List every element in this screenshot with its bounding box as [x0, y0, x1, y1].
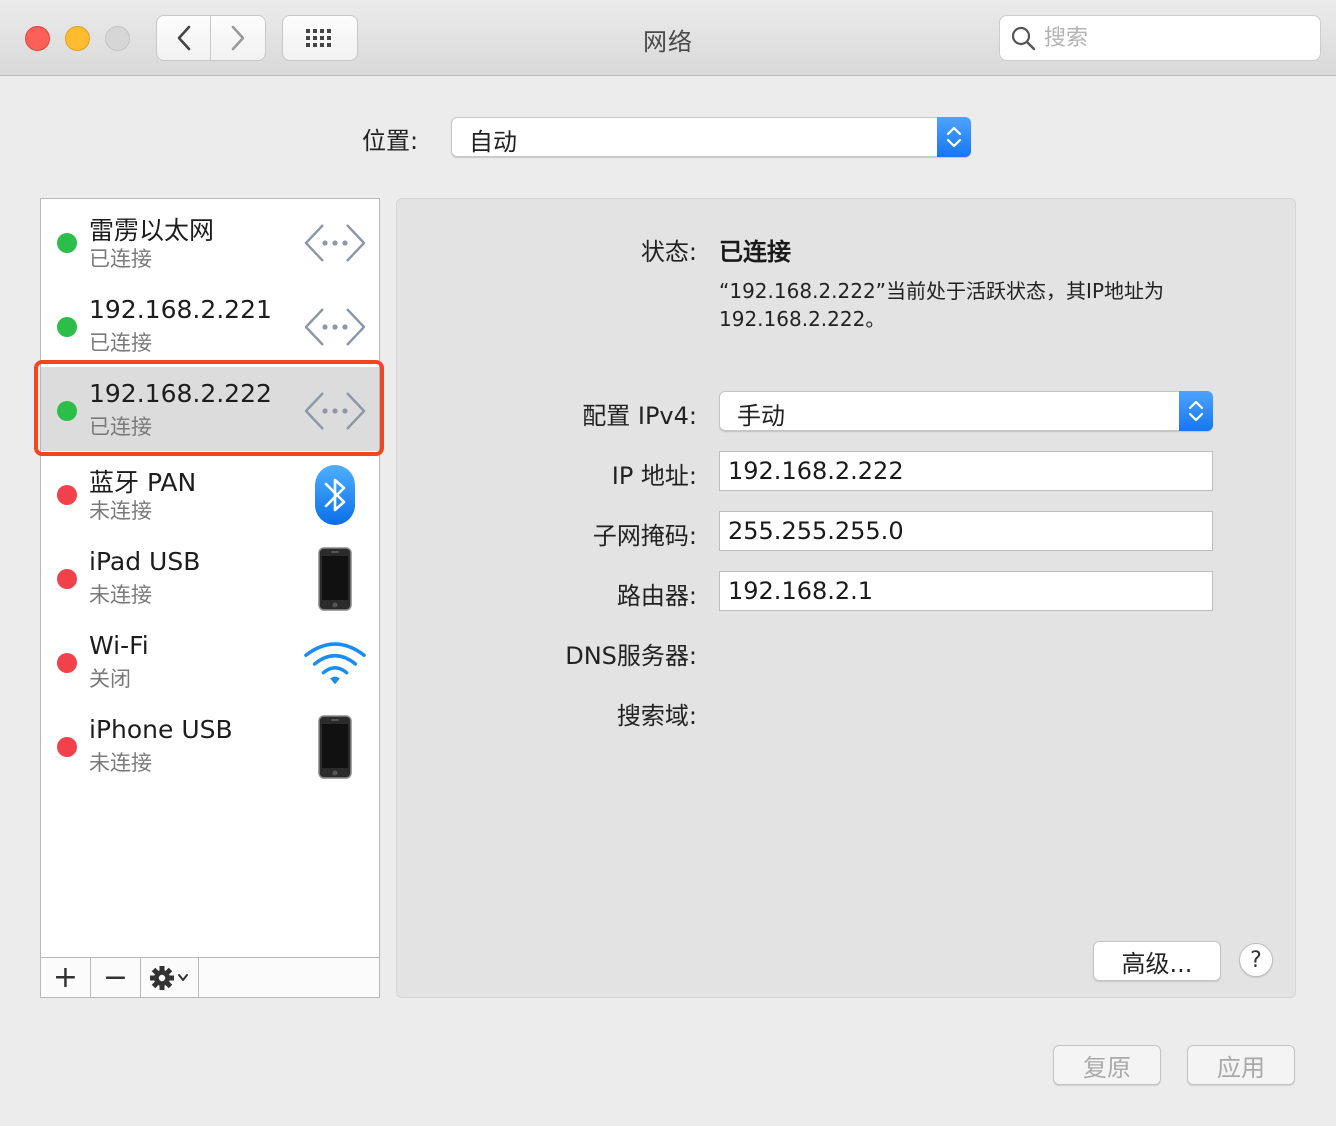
service-name: Wi-Fi: [89, 631, 149, 660]
service-status: 已连接: [89, 247, 152, 271]
add-service-button[interactable]: +: [41, 958, 91, 997]
location-value: 自动: [469, 128, 517, 156]
ethernet-arrows-icon: [303, 379, 367, 443]
search-icon: [1011, 26, 1036, 51]
service-status: 未连接: [89, 499, 152, 523]
wifi-icon: [303, 631, 367, 695]
service-list: 雷雳以太网 已连接 192.168.2.221 已连接 192.168.2.22…: [40, 198, 380, 998]
revert-button[interactable]: 复原: [1053, 1045, 1161, 1085]
location-label: 位置:: [362, 127, 419, 155]
service-item-ipad-usb[interactable]: iPad USB 未连接: [41, 535, 379, 619]
search-field[interactable]: [999, 15, 1321, 61]
ip-address-field[interactable]: [719, 451, 1213, 491]
configure-ipv4-popup[interactable]: 手动: [719, 391, 1213, 431]
title-bar: 网络: [0, 0, 1336, 76]
status-label: 状态:: [640, 238, 697, 266]
service-status: 关闭: [89, 667, 131, 691]
help-button[interactable]: ?: [1239, 943, 1273, 977]
apply-button[interactable]: 应用: [1187, 1045, 1295, 1085]
service-name: 192.168.2.222: [89, 379, 272, 408]
status-dot-disconnected: [57, 485, 77, 505]
service-name: 192.168.2.221: [89, 295, 272, 324]
action-menu-button[interactable]: [141, 958, 199, 997]
status-value: 已连接: [719, 238, 791, 266]
subnet-mask-field[interactable]: [719, 511, 1213, 551]
search-input[interactable]: [1044, 25, 1304, 51]
service-name: 雷雳以太网: [89, 216, 215, 245]
status-dot-connected: [57, 317, 77, 337]
iphone-device-icon: [303, 715, 367, 779]
service-name: iPhone USB: [89, 715, 233, 744]
popup-stepper-icon: [937, 117, 971, 157]
popup-stepper-icon: [1179, 391, 1213, 431]
location-popup[interactable]: 自动: [451, 117, 971, 157]
subnet-mask-label: 子网掩码:: [592, 522, 697, 550]
service-item-192-168-2-222[interactable]: 192.168.2.222 已连接: [41, 367, 379, 451]
service-name: 蓝牙 PAN: [89, 468, 197, 497]
configure-ipv4-label: 配置 IPv4:: [582, 402, 697, 430]
status-dot-connected: [57, 233, 77, 253]
ethernet-arrows-icon: [303, 295, 367, 359]
advanced-button[interactable]: 高级...: [1093, 941, 1221, 981]
service-status: 已连接: [89, 331, 152, 355]
iphone-device-icon: [303, 547, 367, 611]
configure-ipv4-value: 手动: [737, 402, 785, 430]
service-status: 已连接: [89, 415, 152, 439]
service-list-toolbar: + −: [41, 957, 379, 997]
status-dot-disconnected: [57, 737, 77, 757]
status-description: “192.168.2.222”当前处于活跃状态，其IP地址为192.168.2.…: [719, 279, 1164, 331]
service-name: iPad USB: [89, 547, 201, 576]
gear-icon: [149, 965, 188, 990]
status-dot-disconnected: [57, 653, 77, 673]
service-item-bluetooth-pan[interactable]: 蓝牙 PAN 未连接: [41, 451, 379, 535]
status-dot-connected: [57, 401, 77, 421]
router-label: 路由器:: [616, 582, 697, 610]
detail-panel: 状态: 已连接 “192.168.2.222”当前处于活跃状态，其IP地址为19…: [396, 198, 1296, 998]
status-dot-disconnected: [57, 569, 77, 589]
remove-service-button[interactable]: −: [91, 958, 141, 997]
ip-address-label: IP 地址:: [611, 462, 697, 490]
service-status: 未连接: [89, 583, 152, 607]
service-item-192-168-2-221[interactable]: 192.168.2.221 已连接: [41, 283, 379, 367]
service-item-wifi[interactable]: Wi-Fi 关闭: [41, 619, 379, 703]
service-item-thunderbolt-ethernet[interactable]: 雷雳以太网 已连接: [41, 199, 379, 283]
search-domain-label: 搜索域:: [616, 702, 697, 730]
service-item-iphone-usb[interactable]: iPhone USB 未连接: [41, 703, 379, 787]
router-field[interactable]: [719, 571, 1213, 611]
service-status: 未连接: [89, 751, 152, 775]
dns-server-label: DNS服务器:: [565, 642, 697, 670]
ethernet-arrows-icon: [303, 211, 367, 275]
bluetooth-icon: [303, 463, 367, 527]
